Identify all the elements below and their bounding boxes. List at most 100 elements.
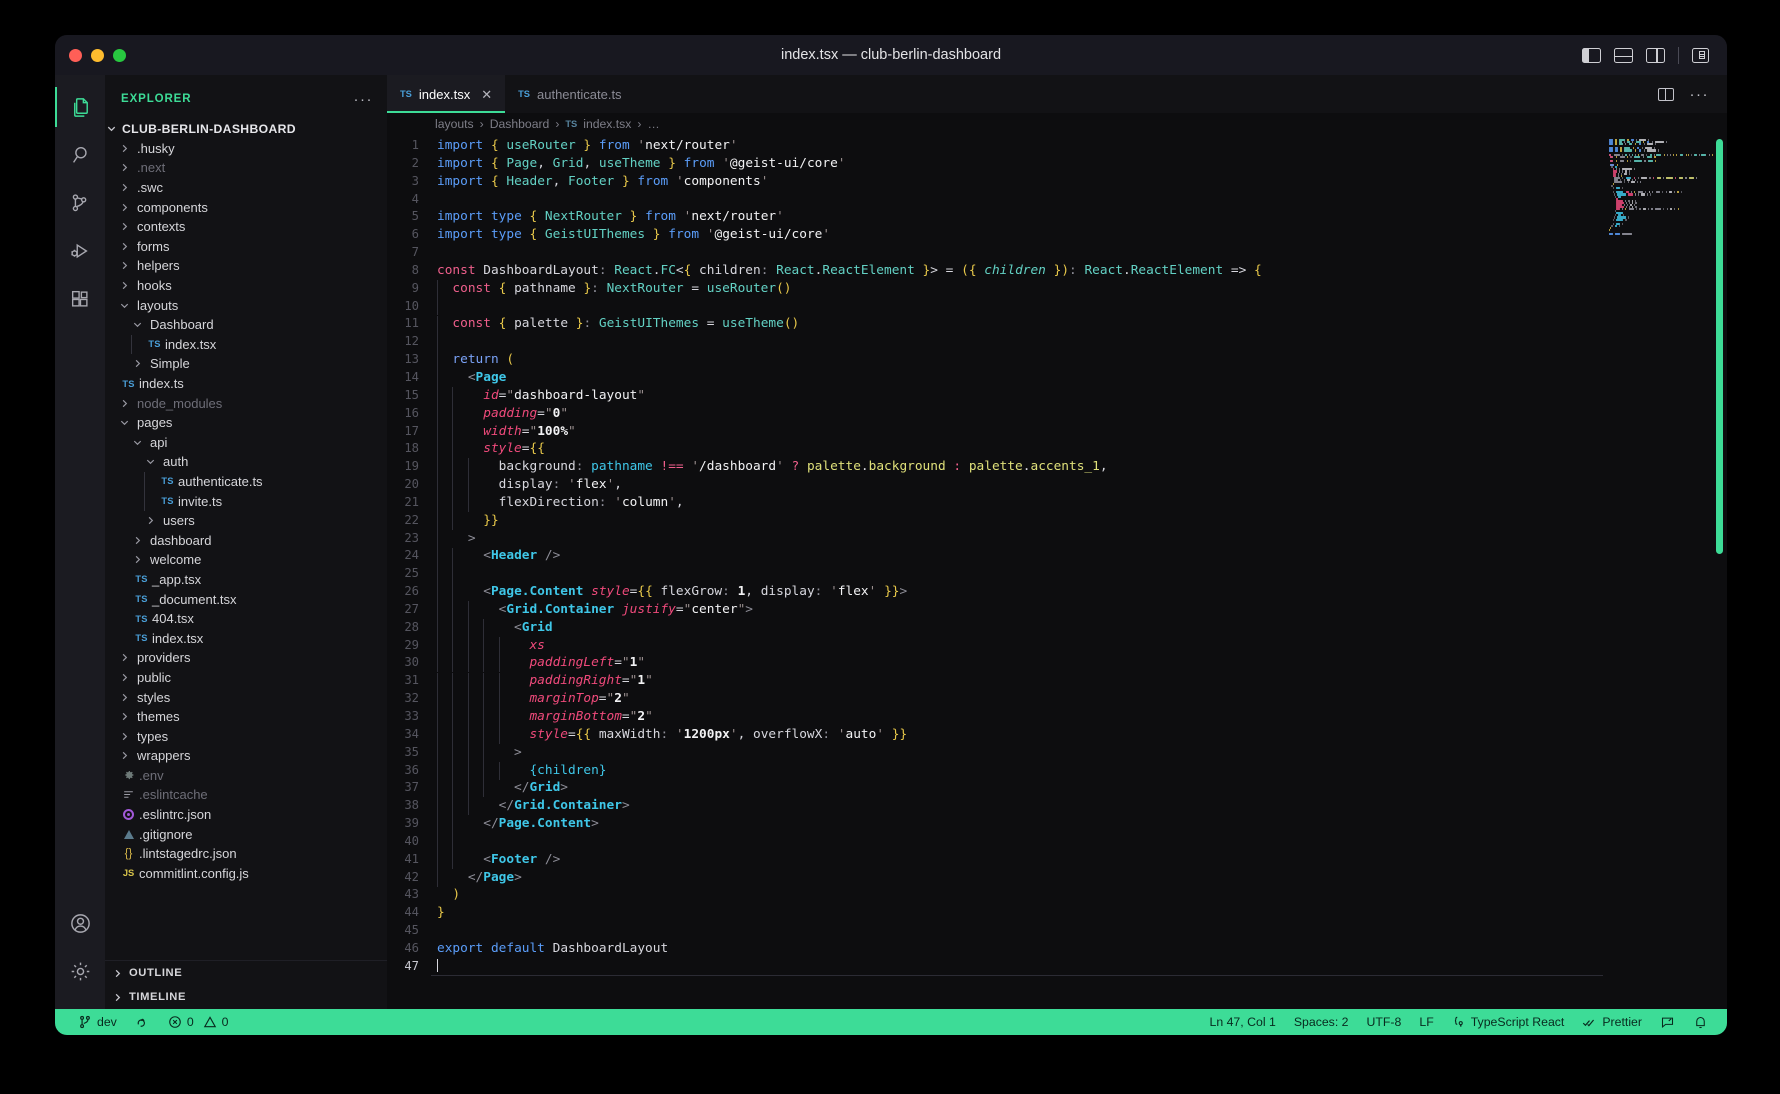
code-line[interactable]: import { useRouter } from 'next/router' [431, 137, 1603, 155]
code-line[interactable]: id="dashboard-layout" [431, 387, 1603, 405]
toggle-primary-sidebar-icon[interactable] [1582, 47, 1601, 63]
code-line[interactable] [431, 958, 1603, 976]
minimize-button[interactable] [91, 48, 104, 62]
file-tree[interactable]: CLUB-BERLIN-DASHBOARD .husky .next .swc com… [105, 117, 387, 960]
code-line[interactable]: import { Header, Footer } from 'componen… [431, 173, 1603, 191]
tree-item-.env[interactable]: .env [105, 766, 387, 786]
tree-chevron[interactable] [118, 143, 131, 154]
tree-chevron[interactable] [118, 202, 131, 213]
tree-item-.eslintrc.json[interactable]: .eslintrc.json [105, 805, 387, 825]
code-line[interactable]: import type { NextRouter } from 'next/ro… [431, 208, 1603, 226]
tree-item-layouts[interactable]: layouts [105, 295, 387, 315]
code-line[interactable]: padding="0" [431, 405, 1603, 423]
scrollbar-thumb[interactable] [1716, 139, 1723, 554]
window-controls[interactable] [55, 48, 126, 62]
tree-item-_document.tsx[interactable]: TS _document.tsx [105, 589, 387, 609]
tree-chevron[interactable] [131, 319, 144, 330]
code-line[interactable]: </Page> [431, 869, 1603, 887]
tree-chevron[interactable] [118, 750, 131, 761]
status-problems[interactable]: 0 0 [159, 1009, 238, 1035]
split-editor-icon[interactable] [1657, 87, 1674, 101]
tree-chevron[interactable] [118, 221, 131, 232]
tree-item-Dashboard[interactable]: Dashboard [105, 315, 387, 335]
tree-chevron[interactable] [118, 672, 131, 683]
code-line[interactable]: return ( [431, 351, 1603, 369]
tree-item-dashboard[interactable]: dashboard [105, 530, 387, 550]
code-line[interactable]: > [431, 744, 1603, 762]
status-prettier[interactable]: Prettier [1573, 1009, 1651, 1035]
code-line[interactable] [431, 565, 1603, 583]
tree-item-api[interactable]: api [105, 433, 387, 453]
tree-item-components[interactable]: components [105, 197, 387, 217]
status-feedback[interactable] [1651, 1009, 1684, 1035]
tree-item-.swc[interactable]: .swc [105, 178, 387, 198]
code-line[interactable]: display: 'flex', [431, 476, 1603, 494]
status-branch[interactable]: dev [69, 1009, 126, 1035]
tree-item-.gitignore[interactable]: .gitignore [105, 824, 387, 844]
code-editor[interactable]: 1 2 3 4 5 6 7 8 9 10 11 12 13 14 15 16 17 18 19 20 21 22 23 24 2… [387, 135, 1727, 1009]
code-line[interactable]: <Footer /> [431, 851, 1603, 869]
code-line[interactable]: const DashboardLayout: React.FC<{ childr… [431, 262, 1603, 280]
close-button[interactable] [69, 48, 82, 62]
close-icon[interactable]: ✕ [481, 88, 492, 101]
tree-root-folder[interactable]: CLUB-BERLIN-DASHBOARD [105, 119, 387, 139]
tree-chevron[interactable] [118, 162, 131, 173]
tree-chevron[interactable] [118, 182, 131, 193]
tree-chevron[interactable] [131, 437, 144, 448]
code-line[interactable] [431, 922, 1603, 940]
tree-chevron[interactable] [118, 280, 131, 291]
section-timeline[interactable]: TIMELINE [105, 985, 387, 1009]
tree-item-.husky[interactable]: .husky [105, 139, 387, 159]
tree-item-auth[interactable]: auth [105, 452, 387, 472]
tree-item-themes[interactable]: themes [105, 707, 387, 727]
code-line[interactable]: width="100%" [431, 423, 1603, 441]
code-line[interactable]: const { palette }: GeistUIThemes = useTh… [431, 315, 1603, 333]
tree-item-commitlint.config.js[interactable]: JS commitlint.config.js [105, 864, 387, 884]
breadcrumb-item-1[interactable]: Dashboard [490, 117, 550, 131]
editor-scrollbar[interactable] [1713, 135, 1727, 1009]
code-line[interactable]: > [431, 530, 1603, 548]
tree-item-public[interactable]: public [105, 668, 387, 688]
code-line[interactable]: const { pathname }: NextRouter = useRout… [431, 280, 1603, 298]
code-line[interactable]: marginBottom="2" [431, 708, 1603, 726]
tree-chevron[interactable] [118, 398, 131, 409]
code-line[interactable]: <Grid [431, 619, 1603, 637]
code-line[interactable]: paddingLeft="1" [431, 654, 1603, 672]
code-line[interactable]: xs [431, 637, 1603, 655]
activity-source-control[interactable] [55, 179, 105, 227]
tree-chevron[interactable] [131, 554, 144, 565]
tree-chevron[interactable] [131, 358, 144, 369]
status-indentation[interactable]: Spaces: 2 [1285, 1009, 1358, 1035]
breadcrumb-item-0[interactable]: layouts [435, 117, 474, 131]
status-eol[interactable]: LF [1410, 1009, 1442, 1035]
tree-item-welcome[interactable]: welcome [105, 550, 387, 570]
tree-chevron[interactable] [118, 652, 131, 663]
activity-settings[interactable] [55, 947, 105, 995]
status-notifications[interactable] [1684, 1009, 1717, 1035]
code-line[interactable]: </Grid.Container> [431, 797, 1603, 815]
minimap[interactable] [1603, 135, 1713, 1009]
code-line[interactable]: <Page [431, 369, 1603, 387]
activity-explorer[interactable] [55, 83, 105, 131]
code-line[interactable]: <Page.Content style={{ flexGrow: 1, disp… [431, 583, 1603, 601]
section-outline[interactable]: OUTLINE [105, 961, 387, 985]
tree-item-authenticate.ts[interactable]: TS authenticate.ts [105, 471, 387, 492]
code-content[interactable]: import { useRouter } from 'next/router' i… [431, 135, 1603, 1009]
code-line[interactable]: export default DashboardLayout [431, 940, 1603, 958]
code-line[interactable]: import { Page, Grid, useTheme } from '@g… [431, 155, 1603, 173]
tree-item-.eslintcache[interactable]: .eslintcache [105, 785, 387, 805]
tree-item-hooks[interactable]: hooks [105, 276, 387, 296]
tree-item-.lintstagedrc.json[interactable]: {} .lintstagedrc.json [105, 844, 387, 864]
tree-item-wrappers[interactable]: wrappers [105, 746, 387, 766]
code-line[interactable]: }} [431, 512, 1603, 530]
status-cursor-position[interactable]: Ln 47, Col 1 [1201, 1009, 1285, 1035]
tree-item-forms[interactable]: forms [105, 237, 387, 257]
tree-chevron[interactable] [118, 260, 131, 271]
tree-item-helpers[interactable]: helpers [105, 256, 387, 276]
tree-item-index.ts[interactable]: TS index.ts [105, 374, 387, 394]
activity-search[interactable] [55, 131, 105, 179]
tree-item-index.tsx[interactable]: TS index.tsx [105, 628, 387, 648]
code-line[interactable]: background: pathname !== '/dashboard' ? … [431, 458, 1603, 476]
breadcrumb-item-3[interactable]: … [647, 117, 659, 131]
code-line[interactable]: flexDirection: 'column', [431, 494, 1603, 512]
